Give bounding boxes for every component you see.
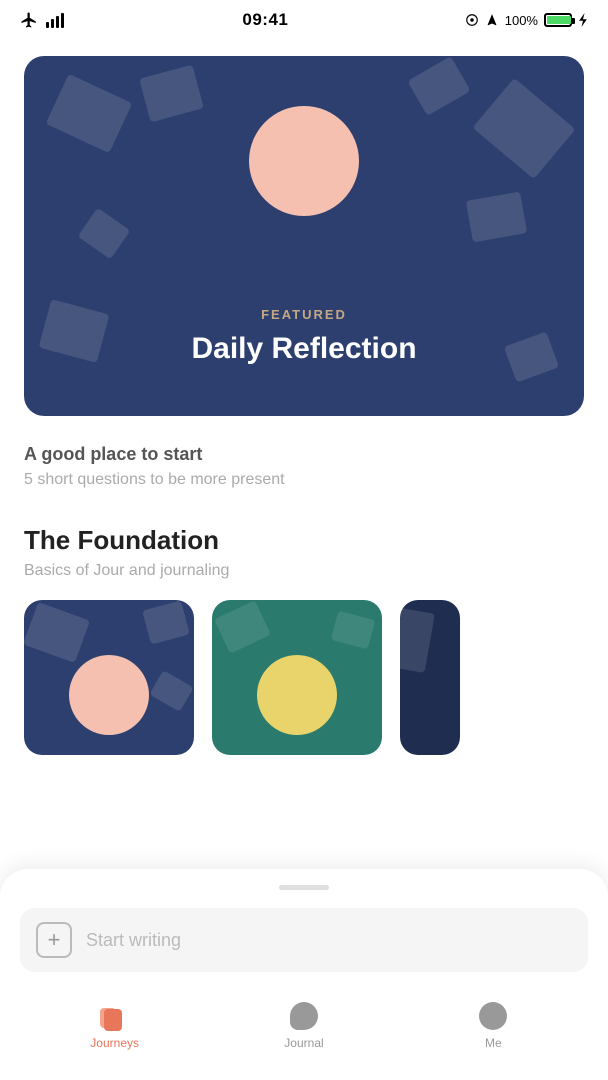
tab-journeys[interactable]: Journeys	[75, 1000, 155, 1050]
card2-circle	[257, 655, 337, 735]
featured-circle	[249, 106, 359, 216]
card1-circle	[69, 655, 149, 735]
bottom-drawer: + Start writing Journeys Journal	[0, 869, 608, 1080]
status-bar: 09:41 100%	[0, 0, 608, 40]
battery-percent: 100%	[505, 13, 538, 28]
tab-bar: Journeys Journal Me	[20, 990, 588, 1080]
write-input-row[interactable]: + Start writing	[20, 908, 588, 972]
desc-subtitle: 5 short questions to be more present	[24, 471, 584, 489]
featured-card[interactable]: FEATURED Daily Reflection	[24, 56, 584, 416]
navigate-icon	[485, 13, 499, 27]
add-entry-button[interactable]: +	[36, 922, 72, 958]
me-icon	[477, 1000, 509, 1032]
battery-icon	[544, 13, 572, 27]
journey-card-1[interactable]	[24, 600, 194, 755]
foundation-title: The Foundation	[24, 525, 584, 556]
foundation-section: The Foundation Basics of Jour and journa…	[24, 489, 584, 755]
journey-card-2[interactable]	[212, 600, 382, 755]
journeys-icon	[99, 1000, 131, 1032]
drawer-handle	[279, 885, 329, 890]
tab-me[interactable]: Me	[453, 1000, 533, 1050]
tab-journal[interactable]: Journal	[264, 1000, 344, 1050]
status-left	[20, 11, 66, 29]
location-icon	[465, 13, 479, 27]
status-right: 100%	[465, 13, 588, 28]
tab-journeys-label: Journeys	[90, 1036, 139, 1050]
tab-me-label: Me	[485, 1036, 502, 1050]
foundation-subtitle: Basics of Jour and journaling	[24, 562, 584, 580]
desc-title: A good place to start	[24, 444, 584, 465]
journey-card-3[interactable]	[400, 600, 460, 755]
journal-icon	[288, 1000, 320, 1032]
airplane-icon	[20, 11, 38, 29]
cards-row	[24, 600, 584, 755]
section-description: A good place to start 5 short questions …	[24, 416, 584, 489]
charging-icon	[578, 13, 588, 27]
status-time: 09:41	[242, 10, 288, 30]
write-placeholder: Start writing	[86, 930, 181, 951]
featured-title: Daily Reflection	[191, 332, 416, 366]
main-content: FEATURED Daily Reflection A good place t…	[0, 40, 608, 755]
tab-journal-label: Journal	[284, 1036, 323, 1050]
signal-icon	[46, 12, 66, 28]
featured-label: FEATURED	[261, 307, 347, 322]
